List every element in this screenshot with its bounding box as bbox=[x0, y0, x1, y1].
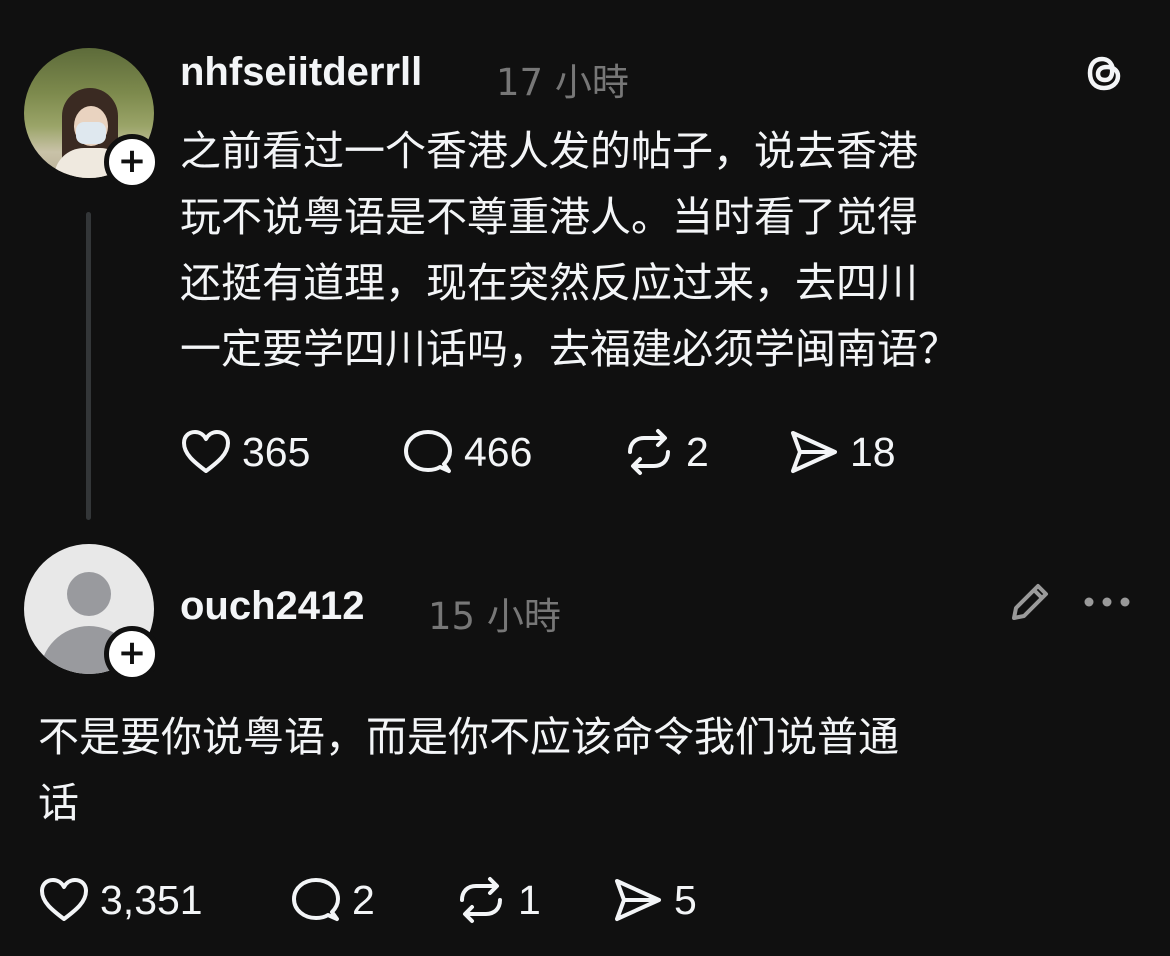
post-reply-button[interactable]: 466 bbox=[402, 428, 532, 476]
follow-plus-icon[interactable]: + bbox=[104, 134, 160, 190]
reply-text-line-1: 不是要你说粤语，而是你不应该命令我们说普通 bbox=[38, 713, 899, 761]
reply-text-line-2: 话 bbox=[38, 779, 79, 827]
post-text-line-3: 还挺有道理，现在突然反应过来，去四川 bbox=[180, 259, 918, 307]
post-share-count: 18 bbox=[850, 428, 896, 475]
heart-icon bbox=[40, 878, 88, 921]
post-like-count: 365 bbox=[242, 428, 311, 475]
repost-icon bbox=[628, 429, 670, 475]
post-text-line-4: 一定要学四川话吗，去福建必须学闽南语？ bbox=[180, 325, 959, 373]
post-text-line-1: 之前看过一个香港人发的帖子，说去香港 bbox=[180, 127, 918, 175]
send-icon bbox=[791, 431, 837, 473]
reply-timestamp: 15 小時 bbox=[428, 595, 561, 638]
reply-repost-button[interactable]: 1 bbox=[454, 876, 541, 924]
follow-plus-icon[interactable]: + bbox=[104, 626, 160, 682]
reply-reply-count: 2 bbox=[352, 876, 375, 923]
heart-icon bbox=[182, 430, 230, 473]
avatar-mask bbox=[76, 122, 106, 144]
reply-share-button[interactable]: 5 bbox=[612, 876, 697, 924]
post-text-line-2: 玩不说粤语是不尊重港人。当时看了觉得 bbox=[180, 193, 918, 241]
thread-connector-line bbox=[86, 212, 91, 520]
reply-like-count: 3,351 bbox=[100, 876, 203, 923]
more-dots-icon[interactable] bbox=[1082, 590, 1132, 614]
avatar-default-head bbox=[67, 572, 111, 616]
repost-icon bbox=[460, 877, 502, 923]
post-share-button[interactable]: 18 bbox=[788, 428, 896, 476]
post-like-button[interactable]: 365 bbox=[180, 428, 310, 476]
comment-icon bbox=[292, 878, 340, 921]
post-username[interactable]: nhfseiitderrll bbox=[180, 50, 422, 95]
post-repost-button[interactable]: 2 bbox=[622, 428, 709, 476]
comment-icon bbox=[404, 430, 452, 473]
post-repost-count: 2 bbox=[686, 428, 709, 475]
post-reply-count: 466 bbox=[464, 428, 533, 475]
threads-logo-icon[interactable] bbox=[1080, 48, 1130, 98]
reply-share-count: 5 bbox=[674, 876, 697, 923]
reply-like-button[interactable]: 3,351 bbox=[38, 876, 203, 924]
post-timestamp: 17 小時 bbox=[496, 61, 629, 104]
reply-reply-button[interactable]: 2 bbox=[290, 876, 375, 924]
reply-username[interactable]: ouch2412 bbox=[180, 584, 365, 629]
reply-repost-count: 1 bbox=[518, 876, 541, 923]
pencil-icon[interactable] bbox=[1006, 578, 1054, 626]
send-icon bbox=[615, 879, 661, 921]
